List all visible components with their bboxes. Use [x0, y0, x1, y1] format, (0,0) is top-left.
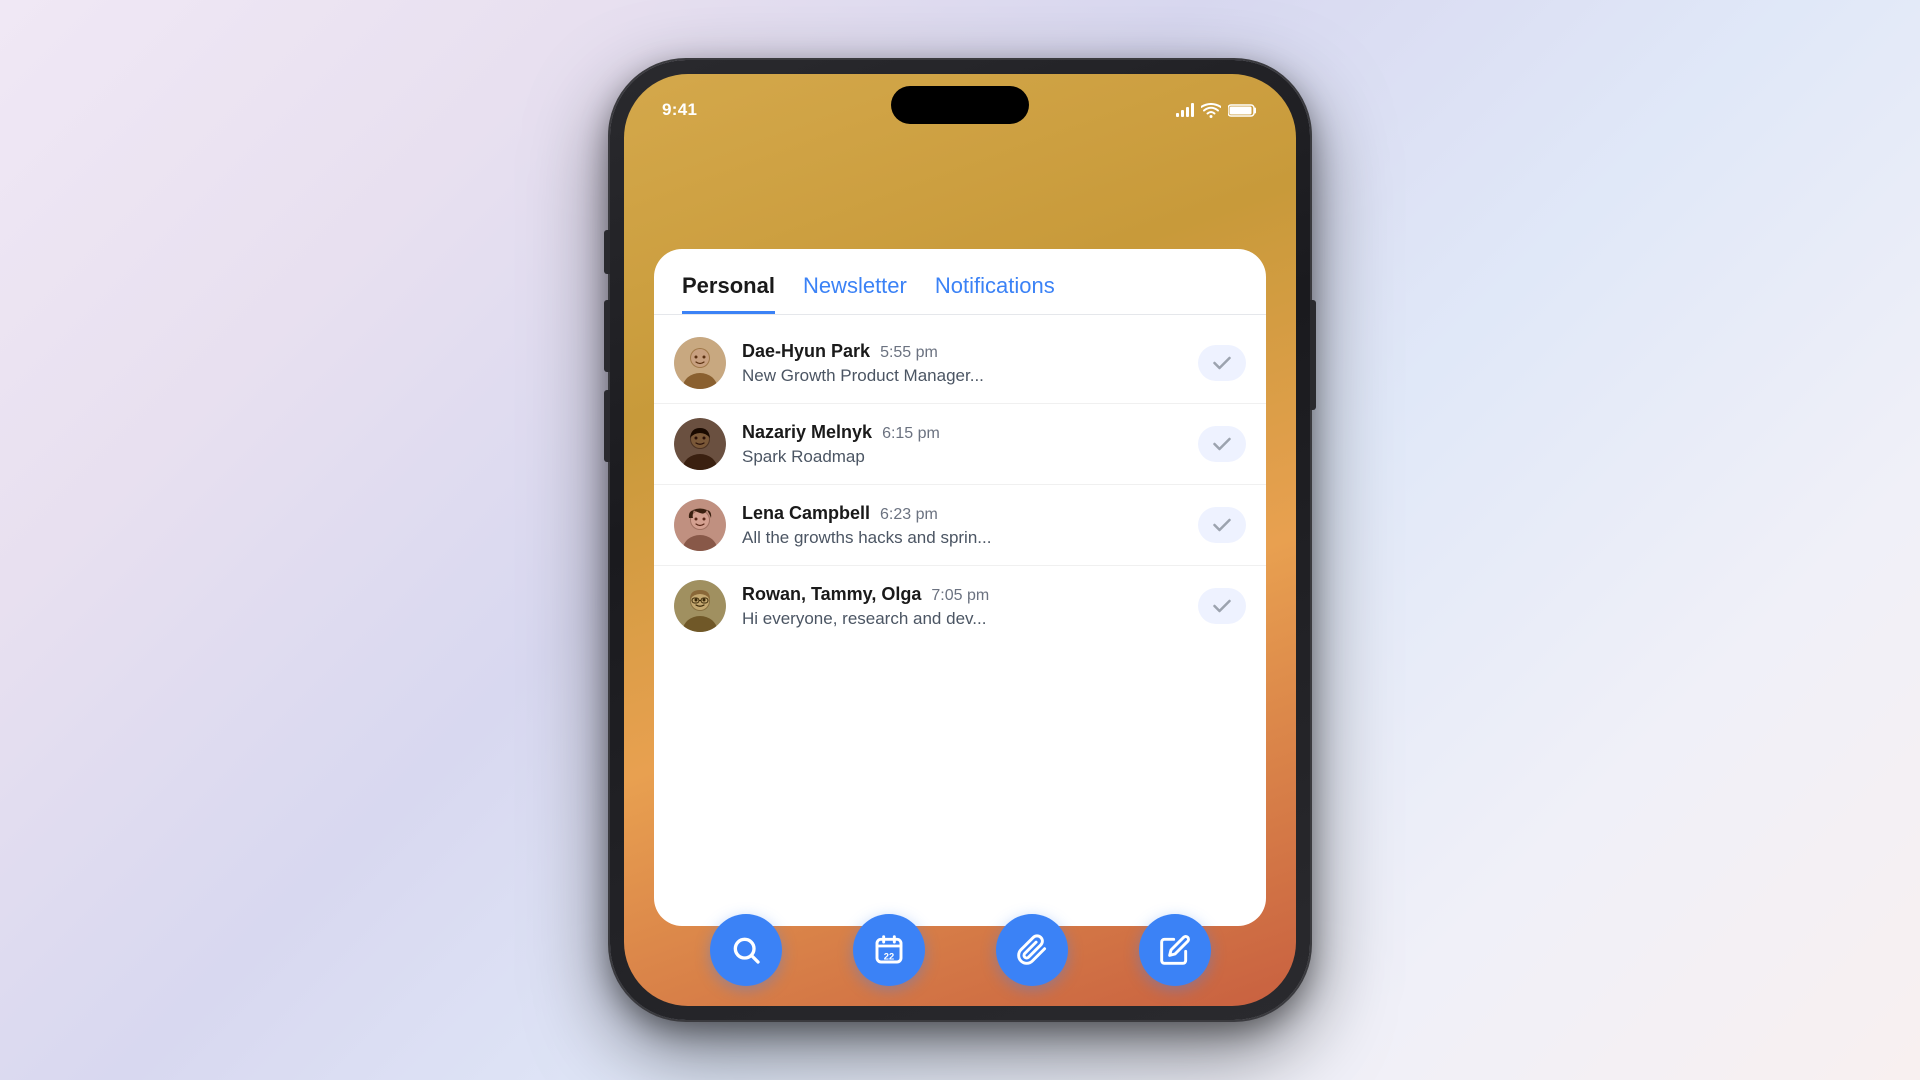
email-subject: All the growths hacks and sprin...: [742, 528, 1182, 548]
email-header: Dae-Hyun Park 5:55 pm: [742, 341, 1182, 362]
phone-scene: 9:41: [610, 60, 1310, 1020]
avatar: [674, 418, 726, 470]
email-subject: Spark Roadmap: [742, 447, 1182, 467]
phone-screen: 9:41: [624, 74, 1296, 1006]
checkmark-icon: [1213, 599, 1231, 613]
email-item[interactable]: Dae-Hyun Park 5:55 pm New Growth Product…: [654, 323, 1266, 404]
bottom-toolbar: 22: [654, 914, 1266, 986]
tab-bar: Personal Newsletter Notifications: [654, 249, 1266, 314]
tab-newsletter[interactable]: Newsletter: [803, 273, 907, 314]
search-button[interactable]: [710, 914, 782, 986]
search-icon: [730, 934, 762, 966]
content-card: Personal Newsletter Notifications: [654, 249, 1266, 926]
email-time: 6:23 pm: [880, 506, 938, 524]
calendar-icon: 22: [873, 934, 905, 966]
checkmark-icon: [1213, 356, 1231, 370]
email-time: 6:15 pm: [882, 425, 940, 443]
email-header: Nazariy Melnyk 6:15 pm: [742, 422, 1182, 443]
checkmark-icon: [1213, 437, 1231, 451]
tab-personal[interactable]: Personal: [682, 273, 775, 314]
attachment-icon: [1016, 934, 1048, 966]
volume-up-button[interactable]: [604, 300, 610, 372]
email-subject: Hi everyone, research and dev...: [742, 609, 1182, 629]
checkmark-icon: [1213, 518, 1231, 532]
check-button[interactable]: [1198, 426, 1246, 462]
email-item[interactable]: Rowan, Tammy, Olga 7:05 pm Hi everyone, …: [654, 566, 1266, 646]
email-item[interactable]: Lena Campbell 6:23 pm All the growths ha…: [654, 485, 1266, 566]
mute-button[interactable]: [604, 230, 610, 274]
check-button[interactable]: [1198, 507, 1246, 543]
avatar: [674, 499, 726, 551]
email-header: Lena Campbell 6:23 pm: [742, 503, 1182, 524]
email-list: Dae-Hyun Park 5:55 pm New Growth Product…: [654, 315, 1266, 926]
email-content: Rowan, Tammy, Olga 7:05 pm Hi everyone, …: [742, 584, 1182, 629]
phone-shell: 9:41: [610, 60, 1310, 1020]
tab-notifications[interactable]: Notifications: [935, 273, 1055, 314]
avatar: [674, 337, 726, 389]
email-time: 7:05 pm: [931, 587, 989, 605]
email-header: Rowan, Tammy, Olga 7:05 pm: [742, 584, 1182, 605]
email-content: Lena Campbell 6:23 pm All the growths ha…: [742, 503, 1182, 548]
email-sender: Nazariy Melnyk: [742, 422, 872, 443]
email-subject: New Growth Product Manager...: [742, 366, 1182, 386]
compose-button[interactable]: [1139, 914, 1211, 986]
email-item[interactable]: Nazariy Melnyk 6:15 pm Spark Roadmap: [654, 404, 1266, 485]
email-content: Nazariy Melnyk 6:15 pm Spark Roadmap: [742, 422, 1182, 467]
volume-down-button[interactable]: [604, 390, 610, 462]
email-sender: Dae-Hyun Park: [742, 341, 870, 362]
compose-icon: [1159, 934, 1191, 966]
email-time: 5:55 pm: [880, 344, 938, 362]
attachments-button[interactable]: [996, 914, 1068, 986]
status-icons: [1176, 103, 1258, 118]
svg-text:22: 22: [883, 951, 893, 961]
calendar-button[interactable]: 22: [853, 914, 925, 986]
check-button[interactable]: [1198, 588, 1246, 624]
battery-icon: [1228, 103, 1258, 118]
dynamic-island: [891, 86, 1029, 124]
signal-icon: [1176, 103, 1194, 117]
check-button[interactable]: [1198, 345, 1246, 381]
email-sender: Rowan, Tammy, Olga: [742, 584, 921, 605]
power-button[interactable]: [1310, 300, 1316, 410]
status-time: 9:41: [662, 100, 697, 120]
email-sender: Lena Campbell: [742, 503, 870, 524]
email-content: Dae-Hyun Park 5:55 pm New Growth Product…: [742, 341, 1182, 386]
wifi-icon: [1201, 103, 1221, 118]
avatar: [674, 580, 726, 632]
